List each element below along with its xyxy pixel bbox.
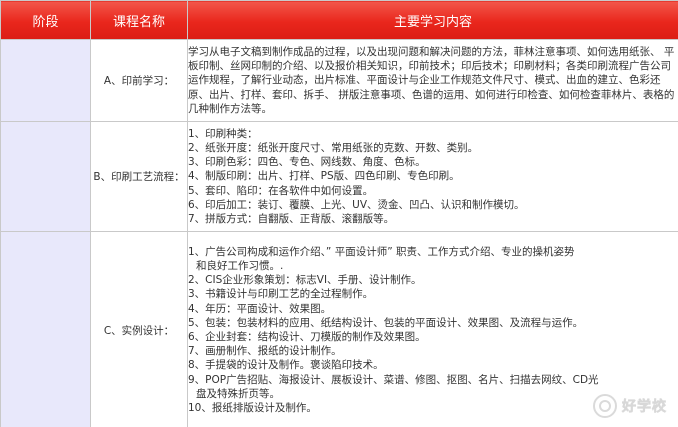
content-line: 6、企业封套：结构设计、刀模版的制作及效果图。 [188, 331, 426, 343]
course-name-cell: B、印刷工艺流程： [90, 121, 188, 232]
course-table: 阶段 课程名称 主要学习内容 A、印前学习： 学习从电子文稿到制作成品的过程，以… [0, 0, 678, 427]
course-name-cell: A、印前学习： [90, 39, 188, 122]
watermark-text: 好学校 [622, 399, 667, 416]
table-row: C、实例设计： 1、广告公司构成和运作介绍、” 平面设计师” 职责、工作方式介绍、… [0, 231, 678, 427]
content-line: 1、广告公司构成和运作介绍、” 平面设计师” 职责、工作方式介绍、专业的操机姿势 [188, 245, 575, 258]
logo-icon [593, 394, 617, 418]
content-cell: 学习从电子文稿到制作成品的过程，以及出现问题和解决问题的方法，菲林注意事项、如何… [187, 39, 678, 122]
table-row: B、印刷工艺流程： 1、印刷种类： 2、纸张开度：纸张开度尺寸、常用纸张的克数、开数… [0, 121, 678, 232]
content-line: 9、POP广告招贴、海报设计、展板设计、菜谱、修图、抠图、名片、扫描去网纹、CD… [188, 373, 599, 386]
content-line: 3、书籍设计与印刷工艺的全过程制作。 [188, 288, 374, 301]
content-line: 2、CIS企业形象策划：标志VI、手册、设计制作。 [188, 274, 422, 287]
content-line: 7、画册制作、报纸的设计制作。 [188, 345, 342, 358]
content-line: 2、纸张开度：纸张开度尺寸、常用纸张的克数、开数、类别。 [188, 141, 479, 154]
header-stage: 阶段 [0, 0, 91, 40]
table-row: A、印前学习： 学习从电子文稿到制作成品的过程，以及出现问题和解决问题的方法，菲… [0, 39, 678, 122]
watermark-logo: 好学校 [592, 391, 670, 421]
page: 阶段 课程名称 主要学习内容 A、印前学习： 学习从电子文稿到制作成品的过程，以… [0, 0, 678, 427]
stage-cell [0, 121, 91, 232]
content-line: 学习从电子文稿到制作成品的过程，以及出现问题和解决问题的方法，菲林注意事项、如何… [188, 45, 675, 115]
table-header-row: 阶段 课程名称 主要学习内容 [0, 0, 678, 40]
content-line: 5、套印、陷印：在各软件中如何设置。 [188, 184, 374, 197]
content-line: 4、年历：平面设计、效果图。 [188, 302, 332, 315]
stage-cell [0, 39, 91, 122]
content-cell: 1、印刷种类： 2、纸张开度：纸张开度尺寸、常用纸张的克数、开数、类别。 3、印刷色… [187, 121, 678, 232]
stage-cell [0, 231, 91, 427]
content-line: 1、印刷种类： [188, 127, 258, 140]
content-line: 5、包装：包装材料的应用、纸结构设计、包装的平面设计、效果图、及流程与运作。 [188, 316, 584, 329]
content-line: 7、拼版方式：自翻版、正背版、滚翻版等。 [188, 213, 395, 225]
course-name-cell: C、实例设计： [90, 231, 188, 427]
content-line: 6、印后加工：装订、覆膜、上光、UV、烫金、凹凸、认识和制作模切。 [188, 198, 525, 211]
content-line: 4、制版印刷：出片、打样、PS版、四色印刷、专色印刷。 [188, 170, 460, 183]
table-body: A、印前学习： 学习从电子文稿到制作成品的过程，以及出现问题和解决问题的方法，菲… [0, 39, 678, 427]
header-main-content: 主要学习内容 [187, 0, 678, 40]
content-line: 和良好工作习惯。. [196, 259, 284, 272]
header-course-name: 课程名称 [90, 0, 188, 40]
content-line: 8、手提袋的设计及制作。褒谈陷印技术。 [188, 359, 384, 372]
content-line: 3、印刷色彩：四色、专色、网线数、角度、色标。 [188, 156, 426, 169]
